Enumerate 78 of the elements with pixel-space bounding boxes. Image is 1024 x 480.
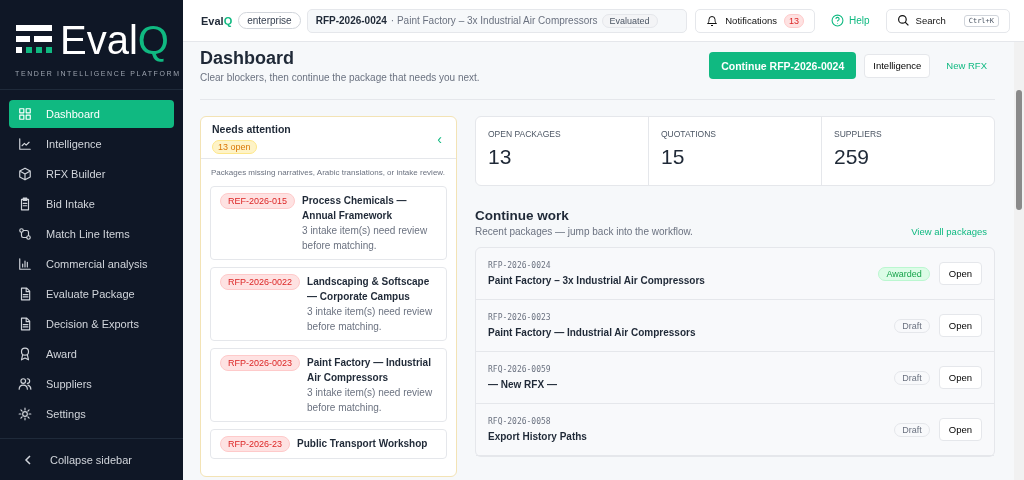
collapse-sidebar-button[interactable]: Collapse sidebar [0,438,183,480]
package-id: RFP-2026-0023 [488,313,552,322]
section-title: Continue work [475,208,570,223]
nav-icon [18,317,32,331]
nav-icon [18,197,32,211]
package-id: RFP-2026-0024 [488,261,552,270]
item-detail: 3 intake item(s) need review before matching. [307,305,434,335]
package-title: · Paint Factory – 3x Industrial Air Compressors [390,15,598,26]
help-icon [831,14,844,27]
panel-title: Needs attention [212,123,291,135]
package-id: RFP-2026-0024 [315,15,387,26]
chevron-left-icon [23,454,33,465]
sidebar-item[interactable]: Match Line Items [9,220,174,248]
item-detail: 3 intake item(s) need review before matching. [307,386,434,416]
sidebar-item[interactable]: Bid Intake [9,190,174,218]
page-subtitle: Clear blockers, then continue the package that needs you next. [200,72,480,83]
package-id: RFQ-2026-0059 [488,365,552,374]
attention-item[interactable]: RFP-2026-0022 Landscaping & Softscape — Corporate Campus 3 intake item(s) need review before matching. [210,267,447,342]
package-title: Paint Factory – 3x Industrial Air Compressors [488,275,706,286]
reference-tag: RFP-2026-23 [220,436,291,453]
package-title: Paint Factory — Industrial Air Compressors [488,327,697,338]
sidebar-item[interactable]: Settings [9,400,174,428]
stat-label: OPEN PACKAGES [488,129,562,139]
nav-icon [18,377,32,391]
section-subtitle: Recent packages — jump back into the workflow. [475,226,693,237]
sidebar-item[interactable]: Decision & Exports [9,310,174,338]
sidebar-item[interactable]: Intelligence [9,130,174,158]
notification-count: 13 [784,13,804,28]
item-title: Paint Factory — Industrial Air Compressors [307,356,432,386]
package-context-bar[interactable]: RFP-2026-0024 · Paint Factory – 3x Industrial Air Compressors Evaluated [306,8,688,33]
intelligence-button[interactable]: Intelligence [864,53,931,78]
status-badge: Awarded [878,266,930,281]
notifications-button[interactable]: Notifications 13 [695,8,815,33]
nav-icon [18,107,32,121]
nav-icon [18,167,32,181]
page-title: Dashboard [200,48,296,69]
reference-tag: RFP-2026-0022 [220,274,301,291]
nav-icon [18,287,32,301]
reference-tag: REF-2026-015 [220,193,296,210]
nav-icon [18,347,32,361]
package-id: RFQ-2026-0058 [488,417,552,426]
nav-icon [18,227,32,241]
bell-icon [706,14,719,27]
logo-wordmark: EvalQ [60,20,169,60]
reference-tag: RFP-2026-0023 [220,355,301,372]
item-title: Process Chemicals — Annual Framework [302,194,408,224]
nav-icon [18,407,32,421]
attention-item[interactable]: RFP-2026-0023 Paint Factory — Industrial Air Compressors 3 intake item(s) need review before matching. [210,348,447,423]
search-icon [896,14,910,27]
scrollbar[interactable] [1014,42,1024,480]
open-button[interactable]: Open [938,314,982,337]
brand-name: EvalQ [201,14,233,27]
stat-value: 259 [834,145,871,169]
logo-icon [16,25,54,55]
stat-label: SUPPLIERS [834,129,883,139]
sidebar-item[interactable]: RFX Builder [9,160,174,188]
package-title: — New RFX — [488,379,558,390]
panel-note: Packages missing narratives, Arabic translations, or intake review. [211,167,446,179]
sidebar-item[interactable]: Award [9,340,174,368]
sidebar-item[interactable]: Evaluate Package [9,280,174,308]
open-button[interactable]: Open [938,418,982,441]
open-count-badge: 13 open [212,140,257,154]
open-button[interactable]: Open [938,366,982,389]
attention-item[interactable]: REF-2026-015 Process Chemicals — Annual Framework 3 intake item(s) need review before matching. [210,186,447,261]
item-title: Public Transport Workshop [297,437,428,452]
sidebar-item[interactable]: Suppliers [9,370,174,398]
nav-icon [18,137,32,151]
sidebar-item[interactable]: Commercial analysis [9,250,174,278]
nav-icon [18,257,32,271]
open-button[interactable]: Open [938,262,982,285]
stat-value: 13 [488,145,513,169]
attention-item[interactable]: RFP-2026-23 Public Transport Workshop [210,429,447,460]
item-title: Landscaping & Softscape — Corporate Campus [307,275,431,305]
status-badge: Evaluated [601,13,658,28]
package-title: Export History Paths [488,431,588,442]
item-detail: 3 intake item(s) need review before matching. [302,224,429,254]
stat-value: 15 [661,145,686,169]
stat-label: QUOTATIONS [661,129,717,139]
